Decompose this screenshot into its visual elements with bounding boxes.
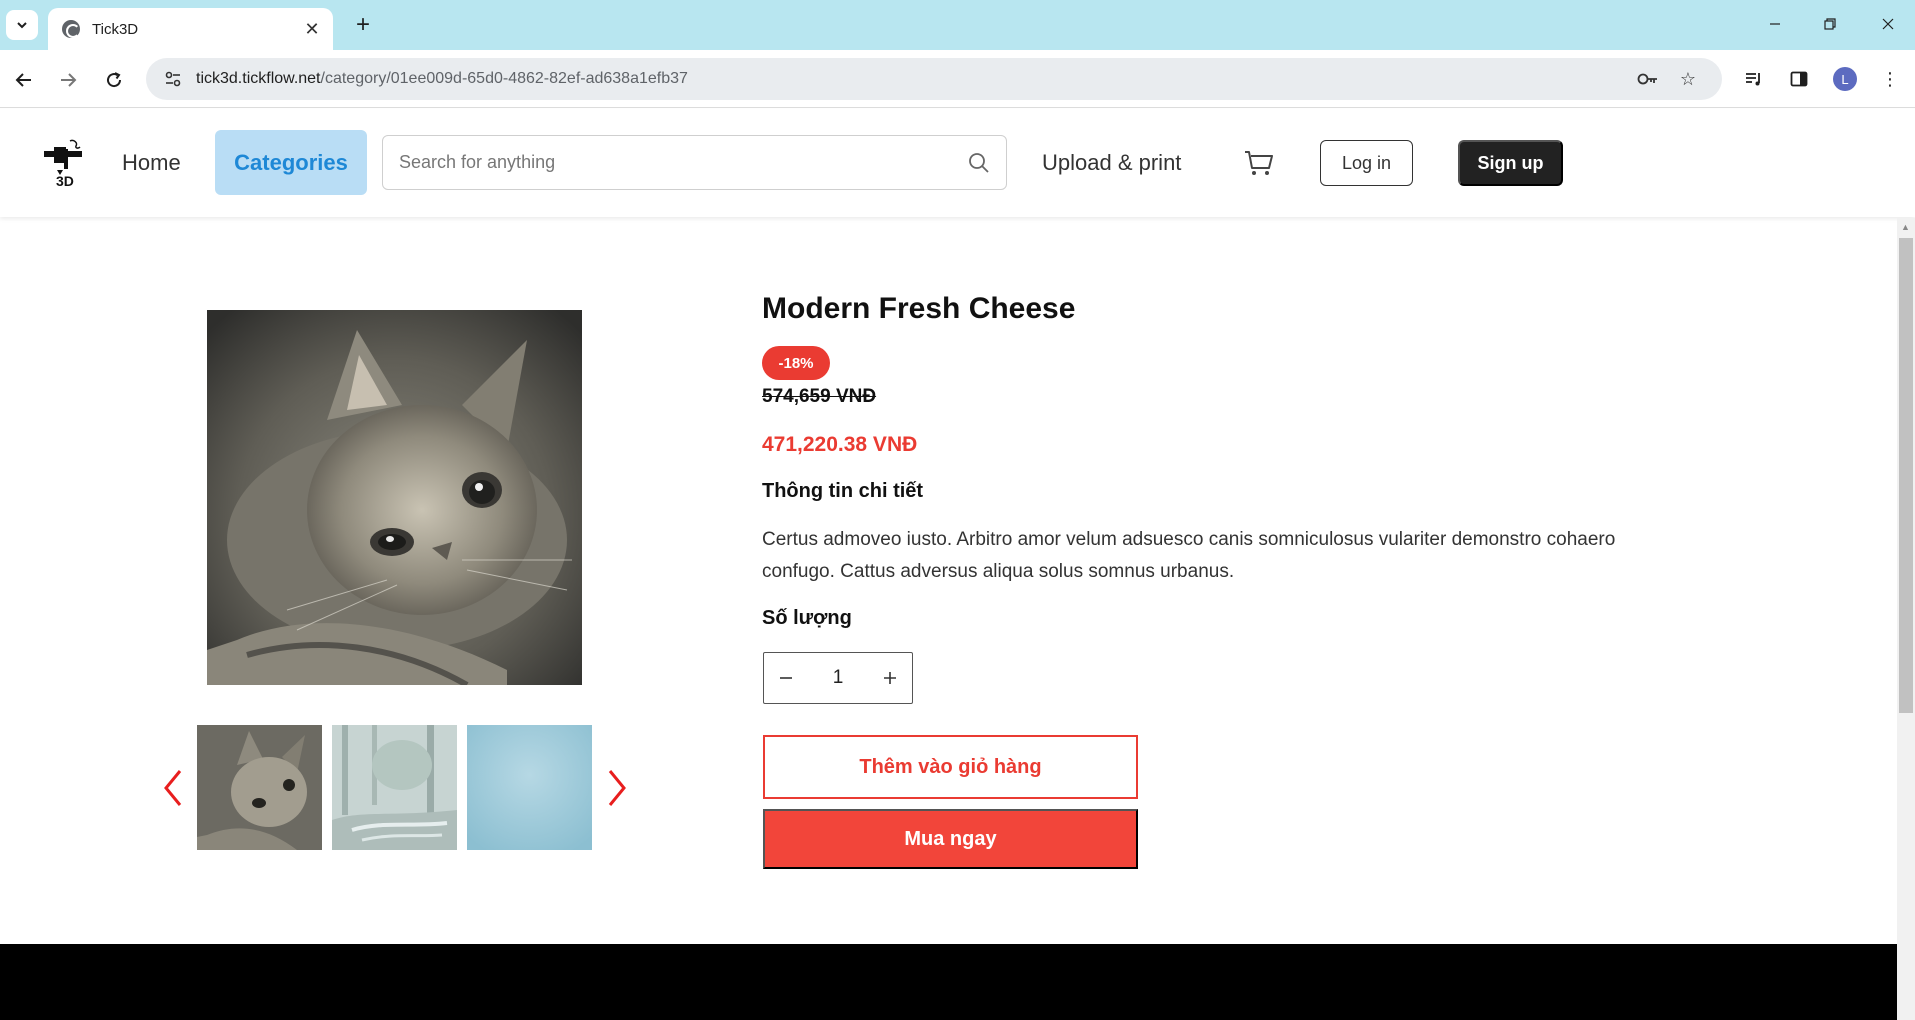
search-input[interactable] (399, 152, 968, 173)
page-footer (0, 944, 1897, 1020)
side-panel-icon[interactable] (1784, 64, 1814, 94)
original-price: 574,659 VNĐ (762, 386, 877, 407)
gallery-thumbnail-3[interactable] (467, 725, 592, 850)
login-button[interactable]: Log in (1320, 140, 1413, 186)
nav-categories-link[interactable]: Categories (215, 130, 367, 195)
gallery-thumbnail-2[interactable] (332, 725, 457, 850)
browser-toolbar: tick3d.tickflow.net/category/01ee009d-65… (0, 50, 1915, 108)
key-icon[interactable] (1636, 67, 1660, 91)
address-bar[interactable]: tick3d.tickflow.net/category/01ee009d-65… (146, 58, 1722, 100)
site-info-icon[interactable] (160, 66, 186, 92)
quantity-stepper: 1 (763, 652, 913, 704)
nav-home-link[interactable]: Home (122, 109, 181, 217)
more-menu-icon[interactable]: ⋮ (1875, 64, 1905, 94)
discount-badge: -18% (762, 346, 830, 380)
forward-icon[interactable] (52, 64, 84, 96)
close-window-icon[interactable] (1868, 8, 1908, 40)
details-heading: Thông tin chi tiết (762, 480, 924, 502)
close-tab-icon[interactable]: ✕ (301, 18, 323, 40)
search-box (382, 135, 1007, 190)
profile-avatar[interactable]: L (1830, 64, 1860, 94)
site-logo[interactable]: 3D (40, 137, 96, 193)
blue-water-photo (467, 725, 592, 850)
logo-text: 3D (56, 173, 74, 189)
tab-title: Tick3D (92, 20, 139, 38)
product-description: Certus admoveo iusto. Arbitro amor velum… (762, 529, 1616, 582)
quantity-value[interactable]: 1 (808, 667, 868, 689)
gallery-next-arrow-icon[interactable] (602, 767, 632, 809)
scroll-up-icon[interactable]: ▲ (1901, 222, 1910, 232)
tab-list-button[interactable] (6, 10, 38, 40)
reload-icon[interactable] (98, 64, 130, 96)
site-header: 3D Home Categories Upload & print Log in… (0, 109, 1915, 217)
signup-button[interactable]: Sign up (1458, 140, 1563, 186)
product-main-image (207, 310, 582, 685)
add-to-cart-button[interactable]: Thêm vào giỏ hàng (763, 735, 1138, 799)
url-text: tick3d.tickflow.net/category/01ee009d-65… (196, 70, 688, 87)
page-scrollbar[interactable]: ▲ (1897, 218, 1915, 1020)
restore-icon[interactable] (1810, 8, 1850, 40)
new-tab-button[interactable]: + (348, 10, 378, 40)
media-controls-icon[interactable] (1739, 64, 1769, 94)
quantity-decrease-button[interactable] (764, 653, 808, 703)
minimize-icon[interactable] (1755, 8, 1795, 40)
forest-stream-photo (332, 725, 457, 850)
scrollbar-thumb[interactable] (1899, 238, 1913, 713)
quantity-label: Số lượng (762, 607, 852, 629)
upload-print-link[interactable]: Upload & print (1042, 109, 1181, 217)
gallery-prev-arrow-icon[interactable] (158, 767, 188, 809)
plus-icon (884, 672, 896, 684)
product-title: Modern Fresh Cheese (762, 292, 1076, 325)
quantity-increase-button[interactable] (868, 653, 912, 703)
back-icon[interactable] (8, 64, 40, 96)
gallery-thumbnail-1[interactable] (197, 725, 322, 850)
browser-tab-active[interactable]: Tick3D ✕ (48, 8, 333, 50)
kitten-photo (197, 725, 322, 850)
cart-icon[interactable] (1243, 147, 1275, 179)
chevron-down-icon (17, 22, 27, 29)
bookmark-star-icon[interactable]: ☆ (1676, 67, 1700, 91)
search-icon[interactable] (968, 152, 990, 174)
browser-tab-bar: Tick3D ✕ + (0, 0, 1915, 50)
minus-icon (780, 677, 792, 679)
buy-now-button[interactable]: Mua ngay (763, 809, 1138, 869)
kitten-photo (207, 310, 582, 685)
globe-icon (62, 20, 80, 38)
sale-price: 471,220.38 VNĐ (762, 433, 918, 456)
